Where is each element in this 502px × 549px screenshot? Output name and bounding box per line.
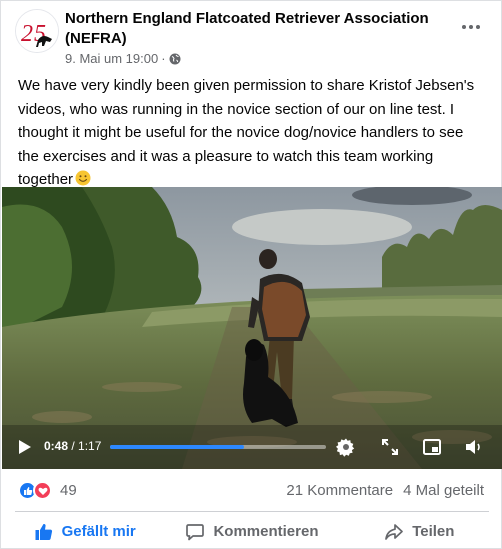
comments-count-link[interactable]: 21 Kommentare: [286, 482, 393, 499]
post-timestamp[interactable]: 9. Mai um 19:00: [65, 51, 158, 66]
reactions-summary[interactable]: 49: [18, 481, 77, 500]
like-button-label: Gefällt mir: [61, 523, 136, 540]
smiling-face-icon: [75, 170, 91, 186]
page-name-link[interactable]: Northern England Flatcoated Retriever As…: [65, 9, 445, 49]
time-separator: /: [68, 439, 79, 453]
love-reaction-icon: [33, 481, 52, 500]
current-time: 0:48: [44, 439, 69, 453]
video-progress-bar[interactable]: [110, 445, 326, 449]
fullscreen-icon[interactable]: [380, 437, 400, 457]
play-icon[interactable]: [14, 437, 34, 457]
shares-count-link[interactable]: 4 Mal geteilt: [403, 482, 484, 499]
post-meta: 9. Mai um 19:00 ·: [65, 51, 181, 66]
ellipsis-icon: [462, 25, 480, 29]
actions-divider: [15, 511, 489, 512]
settings-gear-icon[interactable]: [336, 437, 356, 457]
like-button[interactable]: Gefällt mir: [1, 515, 168, 548]
share-button-label: Teilen: [412, 523, 455, 540]
video-progress-fill: [110, 445, 244, 449]
comment-button-label: Kommentieren: [213, 523, 319, 540]
video-player[interactable]: 0:48 / 1:17: [2, 187, 502, 469]
post-text: We have very kindly been given permissio…: [18, 74, 488, 192]
comment-button[interactable]: Kommentieren: [168, 515, 335, 548]
nefra-logo-icon: 2 5: [16, 10, 58, 52]
duration: 1:17: [78, 439, 102, 453]
more-options-button[interactable]: [459, 15, 483, 39]
engagement-stats: 21 Kommentare 4 Mal geteilt: [286, 482, 484, 499]
thumbs-up-icon: [35, 523, 52, 540]
picture-in-picture-icon[interactable]: [422, 437, 442, 457]
meta-separator: ·: [161, 51, 166, 66]
video-controls: 0:48 / 1:17: [2, 425, 502, 469]
comment-bubble-icon: [186, 523, 205, 540]
svg-text:2: 2: [21, 21, 33, 47]
globe-icon[interactable]: [169, 53, 181, 65]
share-arrow-icon: [385, 523, 404, 540]
video-time: 0:48 / 1:17: [44, 439, 101, 453]
reaction-count: 49: [60, 482, 77, 499]
share-button[interactable]: Teilen: [336, 515, 502, 548]
facebook-post: 2 5 Northern England Flatcoated Retrieve…: [0, 0, 502, 549]
page-avatar[interactable]: 2 5: [15, 9, 59, 53]
post-actions: Gefällt mir Kommentieren Teilen: [1, 515, 502, 548]
volume-icon[interactable]: [464, 437, 484, 457]
